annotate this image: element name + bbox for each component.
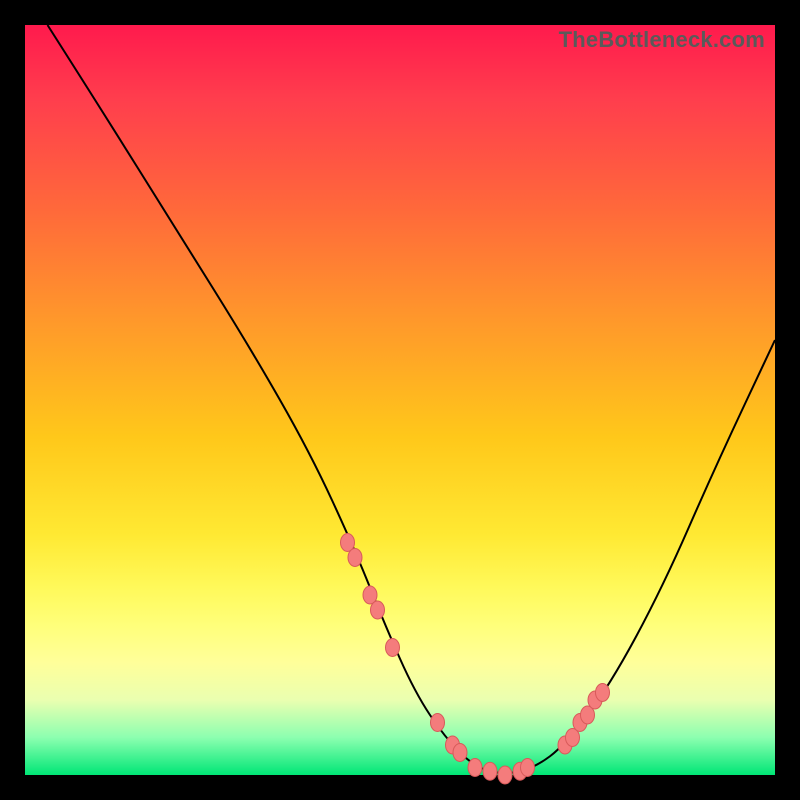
highlight-dots-group [341, 534, 610, 785]
highlight-dot [348, 549, 362, 567]
highlight-dot [468, 759, 482, 777]
highlight-dot [371, 601, 385, 619]
highlight-dot [521, 759, 535, 777]
bottleneck-curve [48, 25, 776, 773]
plot-area: TheBottleneck.com [25, 25, 775, 775]
highlight-dot [431, 714, 445, 732]
chart-overlay [25, 25, 775, 775]
highlight-dot [498, 766, 512, 784]
chart-stage: TheBottleneck.com [0, 0, 800, 800]
highlight-dot [453, 744, 467, 762]
highlight-dot [386, 639, 400, 657]
highlight-dot [483, 762, 497, 780]
highlight-dot [596, 684, 610, 702]
